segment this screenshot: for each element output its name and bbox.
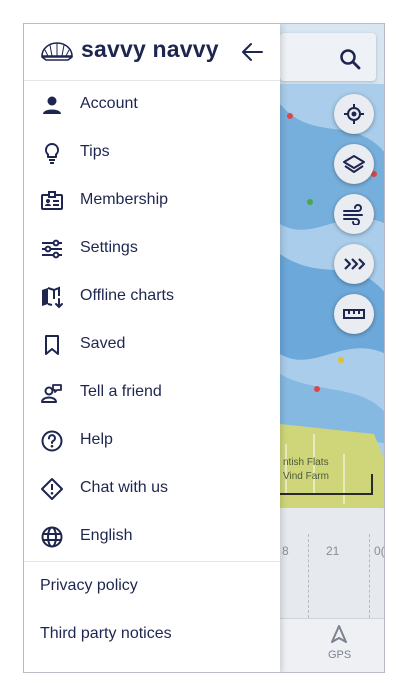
layers-button[interactable]	[334, 144, 374, 184]
menu-item-chat-with-us[interactable]: Chat with us	[24, 465, 280, 513]
menu-item-label: Help	[80, 431, 113, 448]
timeline-tick-label: 8	[282, 544, 289, 558]
offline-map-icon	[42, 286, 63, 309]
wind-button[interactable]	[334, 194, 374, 234]
menu-item-language[interactable]: English	[24, 513, 280, 561]
measure-button[interactable]	[334, 294, 374, 334]
menu-item-offline-charts[interactable]: Offline charts	[24, 273, 280, 321]
chat-diamond-icon	[41, 478, 63, 500]
wind-icon	[343, 204, 363, 225]
ruler-icon	[343, 309, 365, 319]
crosshair-icon	[344, 104, 364, 124]
menu-item-label: Membership	[80, 191, 169, 208]
menu-item-account[interactable]: Account	[24, 81, 280, 129]
menu-item-label: English	[80, 527, 133, 544]
fast-forward-chevrons-icon	[344, 258, 366, 270]
privacy-policy-link[interactable]: Privacy policy	[40, 577, 138, 595]
sliders-icon	[42, 239, 62, 259]
app-frame: ntish Flats Vind Farm 8 21 0(GPS savvy …	[23, 23, 385, 673]
map-place-label: ntish Flats	[283, 457, 329, 468]
back-arrow-icon[interactable]	[240, 41, 264, 63]
navigation-drawer: savvy navvy Account Tips Membership Sett…	[24, 24, 280, 672]
person-icon	[43, 96, 61, 114]
locate-button[interactable]	[334, 94, 374, 134]
layers-icon	[343, 155, 365, 173]
share-person-icon	[41, 384, 62, 403]
drawer-header: savvy navvy	[24, 24, 280, 81]
third-party-notices-link[interactable]: Third party notices	[40, 625, 172, 643]
menu-item-label: Saved	[80, 335, 126, 352]
menu-item-saved[interactable]: Saved	[24, 321, 280, 369]
globe-icon	[41, 526, 63, 548]
navigation-arrow-icon[interactable]	[330, 625, 348, 643]
menu-item-label: Chat with us	[80, 479, 169, 496]
route-button[interactable]	[334, 244, 374, 284]
menu-item-label: Account	[80, 95, 138, 112]
menu-item-label: Offline charts	[80, 287, 174, 304]
menu-item-label: Settings	[80, 239, 138, 256]
timeline-gridline	[369, 534, 370, 618]
menu-item-tips[interactable]: Tips	[24, 129, 280, 177]
menu-item-settings[interactable]: Settings	[24, 225, 280, 273]
gps-tab-label[interactable]: GPS	[328, 649, 351, 661]
lightbulb-icon	[44, 142, 60, 164]
map-place-label: Vind Farm	[283, 471, 329, 482]
savvy-navvy-logo-icon	[41, 42, 73, 61]
menu-item-label: Tips	[80, 143, 110, 160]
question-circle-icon	[41, 430, 63, 452]
menu-item-membership[interactable]: Membership	[24, 177, 280, 225]
menu-item-label: Tell a friend	[80, 383, 162, 400]
brand-wordmark: savvy navvy	[81, 36, 219, 62]
membership-card-icon	[41, 191, 63, 210]
drawer-divider	[24, 561, 280, 562]
menu-item-help[interactable]: Help	[24, 417, 280, 465]
search-icon[interactable]	[338, 47, 362, 71]
bookmark-icon	[45, 335, 59, 355]
timeline-tick-label: 21	[326, 544, 340, 558]
timeline-tick-label: 0(	[374, 544, 385, 558]
menu-item-tell-a-friend[interactable]: Tell a friend	[24, 369, 280, 417]
timeline-gridline	[308, 534, 309, 618]
